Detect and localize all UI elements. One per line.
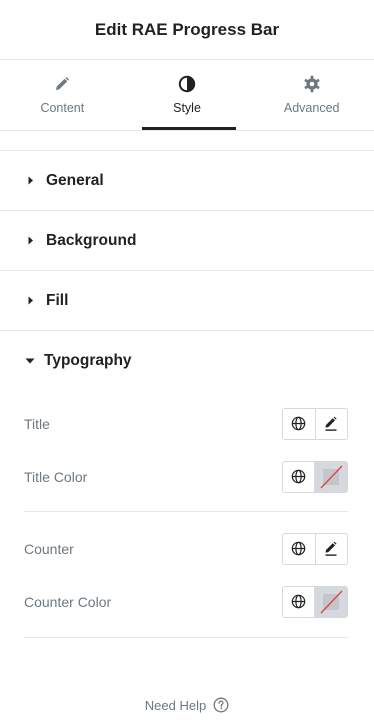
title-color-swatch[interactable] <box>314 461 347 492</box>
gear-icon <box>302 74 322 94</box>
section-general[interactable]: General <box>0 150 374 211</box>
tab-style-label: Style <box>173 101 201 115</box>
counter-color-globe-button[interactable] <box>283 586 314 617</box>
counter-color-label: Counter Color <box>24 593 112 610</box>
counter-label: Counter <box>24 540 74 557</box>
need-help-label: Need Help <box>144 697 207 713</box>
title-color-label: Title Color <box>24 468 88 485</box>
counter-color-control: Counter Color <box>0 575 374 628</box>
section-general-title: General <box>46 171 104 189</box>
controls-divider <box>24 511 348 512</box>
pencil-icon <box>323 541 339 557</box>
need-help-link[interactable]: Need Help <box>0 697 374 713</box>
title-globe-button[interactable] <box>283 408 315 439</box>
title-edit-button[interactable] <box>314 408 347 439</box>
section-typography[interactable]: Typography <box>0 331 374 391</box>
contrast-icon <box>177 74 197 94</box>
pencil-icon <box>52 74 72 94</box>
counter-edit-button[interactable] <box>314 533 347 564</box>
section-background-title: Background <box>46 231 137 249</box>
tab-style[interactable]: Style <box>125 60 250 130</box>
question-circle-icon <box>213 697 229 713</box>
pencil-icon <box>323 416 339 432</box>
typography-bottom-divider <box>24 637 348 638</box>
counter-typography-control: Counter <box>0 522 374 575</box>
tab-advanced-label: Advanced <box>283 101 340 115</box>
panel-header: Edit RAE Progress Bar <box>0 0 374 60</box>
title-color-globe-button[interactable] <box>283 461 314 492</box>
tab-advanced[interactable]: Advanced <box>249 60 374 130</box>
globe-icon <box>291 594 306 609</box>
section-fill-title: Fill <box>46 291 69 309</box>
counter-color-buttons <box>282 585 348 618</box>
section-fill[interactable]: Fill <box>0 271 374 331</box>
title-color-control: Title Color <box>0 450 374 503</box>
globe-icon <box>291 469 306 484</box>
title-label: Title <box>24 415 50 432</box>
panel-title: Edit RAE Progress Bar <box>94 19 280 39</box>
title-color-buttons <box>282 460 348 493</box>
counter-color-swatch[interactable] <box>314 586 347 617</box>
counter-typography-buttons <box>282 532 348 565</box>
tab-content-label: Content <box>40 101 85 115</box>
title-typography-buttons <box>282 407 348 440</box>
no-color-swatch-icon <box>314 586 347 617</box>
no-color-swatch-icon <box>314 461 347 492</box>
counter-globe-button[interactable] <box>283 533 315 564</box>
panel-tabs: Content Style Advanced <box>0 60 374 131</box>
style-sections: General Background Fill Typography Title <box>0 131 374 638</box>
caret-right-icon <box>26 176 36 186</box>
globe-icon <box>291 541 306 556</box>
caret-down-icon <box>24 356 36 366</box>
caret-right-icon <box>26 296 36 306</box>
section-typography-title: Typography <box>44 352 132 369</box>
section-background[interactable]: Background <box>0 211 374 271</box>
title-typography-control: Title <box>0 397 374 450</box>
caret-right-icon <box>26 236 36 246</box>
globe-icon <box>291 416 306 431</box>
tab-content[interactable]: Content <box>0 60 125 130</box>
